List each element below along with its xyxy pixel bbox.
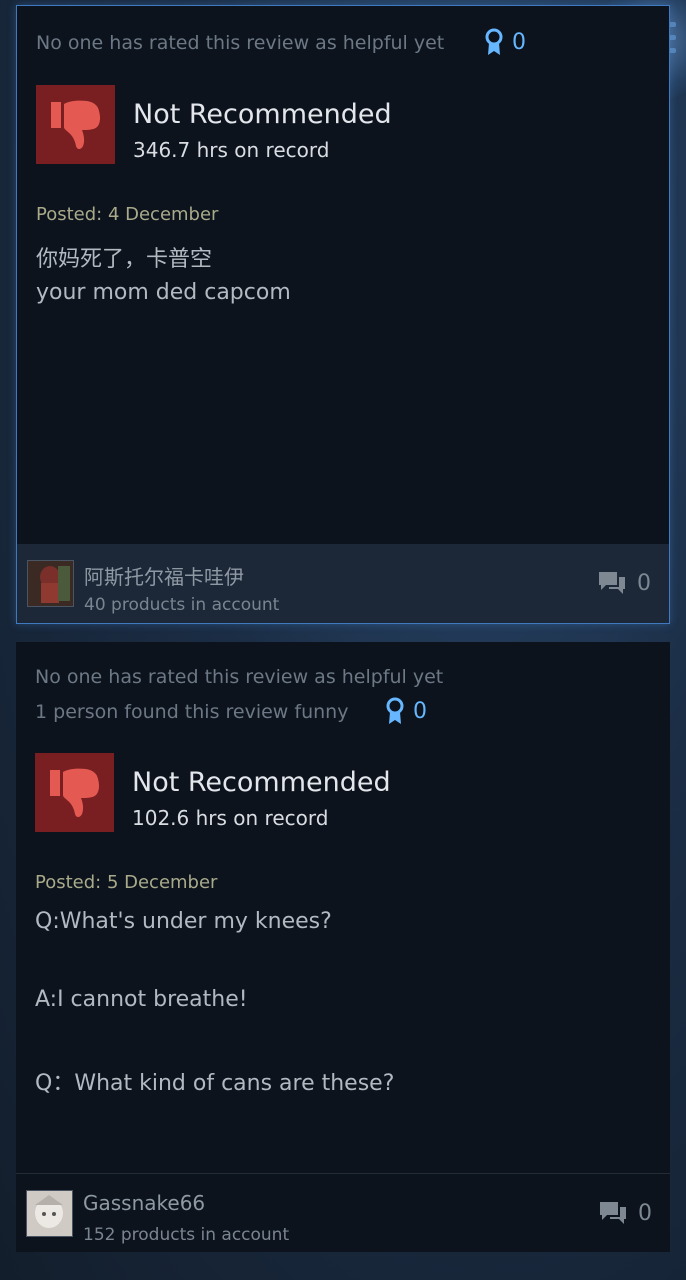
review-body-line: Q：What kind of cans are these?	[35, 1071, 395, 1096]
comment-icon	[599, 572, 625, 594]
comment-count: 0	[637, 570, 651, 596]
award-button[interactable]: 0	[385, 697, 427, 725]
thumbs-down-badge	[36, 85, 115, 164]
product-count: 152 products in account	[83, 1225, 290, 1245]
comments-button[interactable]: 0	[597, 570, 651, 596]
award-icon	[386, 697, 404, 724]
posted-date: Posted: 4 December	[36, 204, 219, 225]
text-fade	[16, 1121, 670, 1181]
author-footer[interactable]: 阿斯托尔福卡哇伊 40 products in account 0	[17, 544, 669, 623]
author-footer[interactable]: Gassnake66 152 products in account 0	[16, 1173, 670, 1252]
funny-status: 1 person found this review funny	[35, 701, 349, 723]
review-verdict: Not Recommended	[132, 767, 391, 798]
award-count: 0	[413, 698, 427, 724]
comment-count: 0	[638, 1200, 652, 1226]
review-body-line: your mom ded capcom	[36, 280, 291, 305]
avatar[interactable]	[26, 1190, 73, 1237]
posted-date: Posted: 5 December	[35, 872, 218, 893]
review-card[interactable]: No one has rated this review as helpful …	[16, 5, 670, 624]
helpful-status: No one has rated this review as helpful …	[36, 32, 445, 54]
award-button[interactable]: 0	[484, 28, 526, 56]
comments-button[interactable]: 0	[598, 1200, 652, 1226]
username[interactable]: 阿斯托尔福卡哇伊	[84, 561, 244, 590]
helpful-status: No one has rated this review as helpful …	[35, 666, 444, 688]
avatar[interactable]	[27, 560, 74, 607]
comment-icon	[600, 1202, 626, 1224]
hours-on-record: 346.7 hrs on record	[133, 138, 330, 162]
thumbs-down-badge	[35, 753, 114, 832]
review-body-line: Q:What's under my knees?	[35, 909, 332, 934]
product-count: 40 products in account	[84, 595, 280, 615]
thumbs-down-icon	[49, 768, 99, 817]
review-card[interactable]: No one has rated this review as helpful …	[16, 642, 670, 1252]
award-icon	[485, 28, 503, 55]
award-count: 0	[512, 29, 526, 55]
review-verdict: Not Recommended	[133, 99, 392, 130]
review-body-line: 你妈死了，卡普空	[36, 247, 213, 272]
hours-on-record: 102.6 hrs on record	[132, 806, 329, 830]
thumbs-down-icon	[50, 100, 100, 149]
review-body-line: A:I cannot breathe!	[35, 987, 248, 1012]
username[interactable]: Gassnake66	[83, 1191, 205, 1215]
